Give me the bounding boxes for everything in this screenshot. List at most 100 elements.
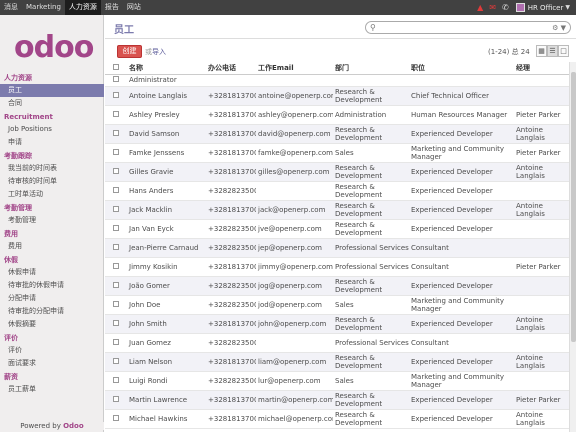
sidebar-item[interactable]: 申请 (0, 136, 104, 149)
row-checkbox[interactable] (105, 333, 127, 353)
row-checkbox[interactable] (105, 105, 127, 125)
sidebar-item[interactable]: 费用 (0, 240, 104, 253)
kanban-view-icon[interactable]: ▦ (536, 45, 547, 57)
table-cell: +3282823500 (206, 276, 256, 296)
list-toolbar: 创建 或导入 (1-24) 总 24 ▦ ☰ □ (105, 40, 576, 62)
row-checkbox[interactable] (105, 409, 127, 429)
table-cell: +3281813700 (206, 86, 256, 106)
table-row[interactable]: Martin Lawrence +3281813700 martin@openerp… (105, 390, 569, 410)
table-row[interactable]: Michael Hawkins +3281813700 michael@opener… (105, 409, 569, 429)
row-checkbox[interactable] (105, 257, 127, 277)
scrollbar[interactable] (569, 62, 576, 432)
column-header[interactable]: 办公电话 (206, 62, 256, 75)
table-row[interactable]: Liam Nelson +3281813700 liam@openerp.com Re… (105, 352, 569, 372)
row-checkbox[interactable] (105, 371, 127, 391)
table-row[interactable]: Administrator (105, 74, 569, 87)
table-row[interactable]: Gilles Gravie +3281813700 gilles@openerp.c… (105, 162, 569, 182)
sidebar-item[interactable]: 分配申请 (0, 292, 104, 305)
sidebar-item[interactable]: 待审核的时间单 (0, 175, 104, 188)
bug-icon[interactable]: ▲ (477, 0, 483, 15)
sidebar-item[interactable]: 考勤管理 (0, 214, 104, 227)
sidebar-item[interactable]: 员工 (0, 84, 104, 97)
table-row[interactable]: Jimmy Kosikin +3281813700 jimmy@openerp.co… (105, 257, 569, 277)
search-box[interactable]: ⚲ ⚙ ▼ (365, 21, 571, 34)
row-checkbox[interactable] (105, 124, 127, 144)
table-row[interactable]: Luigi Rondi +3282823500 lur@openerp.com Sal… (105, 371, 569, 391)
odoo-logo[interactable]: odoo (14, 33, 94, 63)
sidebar-item[interactable]: 评价 (0, 344, 104, 357)
sidebar-item[interactable]: Job Positions (0, 123, 104, 136)
row-checkbox[interactable] (105, 390, 127, 410)
column-header[interactable]: 经理 (514, 62, 569, 75)
scrollbar-thumb[interactable] (571, 72, 576, 342)
row-checkbox[interactable] (105, 200, 127, 220)
phone-icon[interactable]: ✆ (502, 0, 509, 15)
top-menu-item[interactable]: 人力资源 (64, 0, 101, 15)
or-label: 或 (145, 48, 152, 56)
table-row[interactable]: Famke Jenssens +3281813700 famke@openerp.c… (105, 143, 569, 163)
column-header[interactable]: 职位 (409, 62, 514, 75)
row-checkbox[interactable] (105, 162, 127, 182)
table-row[interactable]: Ashley Presley +3281813700 ashley@openerp.… (105, 105, 569, 125)
avatar[interactable] (515, 3, 525, 12)
table-row[interactable]: João Gomer +3282823500 jog@openerp.com Rese… (105, 276, 569, 296)
top-menu-item[interactable]: Marketing (22, 0, 65, 15)
chat-icon[interactable]: ✉ (489, 0, 496, 15)
table-cell (514, 333, 569, 353)
table-row[interactable]: John Smith +3281813700 john@openerp.com Res… (105, 314, 569, 334)
table-row[interactable]: David Samson +3281813700 david@openerp.com… (105, 124, 569, 144)
sidebar-item[interactable]: 员工薪单 (0, 383, 104, 396)
table-cell: jimmy@openerp.com (256, 257, 333, 277)
table-cell (256, 74, 333, 87)
select-all-checkbox[interactable] (105, 62, 127, 75)
row-checkbox[interactable] (105, 314, 127, 334)
table-row[interactable]: Hans Anders +3282823500 Research & Develop… (105, 181, 569, 201)
pager-label[interactable]: (1-24) 总 24 (488, 47, 530, 57)
column-header[interactable]: 部门 (333, 62, 409, 75)
row-checkbox[interactable] (105, 238, 127, 258)
sidebar-item[interactable]: 休假摘要 (0, 318, 104, 331)
row-checkbox[interactable] (105, 295, 127, 315)
sidebar-item[interactable]: 待审批的休假申请 (0, 279, 104, 292)
user-menu[interactable]: HR Officer (528, 4, 564, 12)
top-menu-item[interactable]: 网站 (123, 0, 145, 15)
table-cell: Consultant (409, 333, 514, 353)
import-link[interactable]: 导入 (152, 48, 166, 56)
list-view-icon[interactable]: ☰ (547, 45, 558, 57)
row-checkbox[interactable] (105, 276, 127, 296)
row-checkbox[interactable] (105, 86, 127, 106)
table-row[interactable]: Jack Macklin +3281813700 jack@openerp.com R… (105, 200, 569, 220)
sidebar-item[interactable]: 待审批的分配申请 (0, 305, 104, 318)
row-checkbox[interactable] (105, 352, 127, 372)
table-cell: Ashley Presley (127, 105, 206, 125)
table-cell (514, 219, 569, 239)
table-row[interactable]: Antoine Langlais +3281813700 antoine@opene… (105, 86, 569, 106)
table-cell: +3281813700 (206, 352, 256, 372)
top-menu-item[interactable]: 报告 (101, 0, 123, 15)
sidebar-item[interactable]: 合同 (0, 97, 104, 110)
sidebar-item[interactable]: 面试要求 (0, 357, 104, 370)
table-cell: Marketing and Community Manager (409, 143, 514, 163)
chevron-down-icon[interactable]: ▼ (565, 4, 570, 11)
table-row[interactable]: Juan Gomez +3282823500 Professional Servic… (105, 333, 569, 353)
table-row[interactable]: Jan Van Eyck +3282823500 jve@openerp.com Re… (105, 219, 569, 239)
sidebar-item[interactable]: 我当前的时间表 (0, 162, 104, 175)
create-button[interactable]: 创建 (117, 45, 142, 58)
top-menu-item[interactable]: 消息 (0, 0, 22, 15)
table-cell: lur@openerp.com (256, 371, 333, 391)
row-checkbox[interactable] (105, 74, 127, 87)
powered-by-brand[interactable]: Odoo (63, 422, 84, 430)
table-row[interactable]: Jean-Pierre Carnaud +3282823500 jep@opener… (105, 238, 569, 258)
row-checkbox[interactable] (105, 181, 127, 201)
table-row[interactable]: John Doe +3282823500 jod@openerp.com Sales M… (105, 295, 569, 315)
row-checkbox[interactable] (105, 143, 127, 163)
column-header[interactable]: 工作Email (256, 62, 333, 75)
search-options-icon[interactable]: ⚙ ▼ (552, 24, 566, 32)
form-view-icon[interactable]: □ (558, 45, 569, 57)
table-cell: jve@openerp.com (256, 219, 333, 239)
sidebar-item[interactable]: 休假申请 (0, 266, 104, 279)
search-icon[interactable]: ⚲ (370, 23, 376, 32)
row-checkbox[interactable] (105, 219, 127, 239)
sidebar-item[interactable]: 工时单活动 (0, 188, 104, 201)
column-header[interactable]: 名称 (127, 62, 206, 75)
